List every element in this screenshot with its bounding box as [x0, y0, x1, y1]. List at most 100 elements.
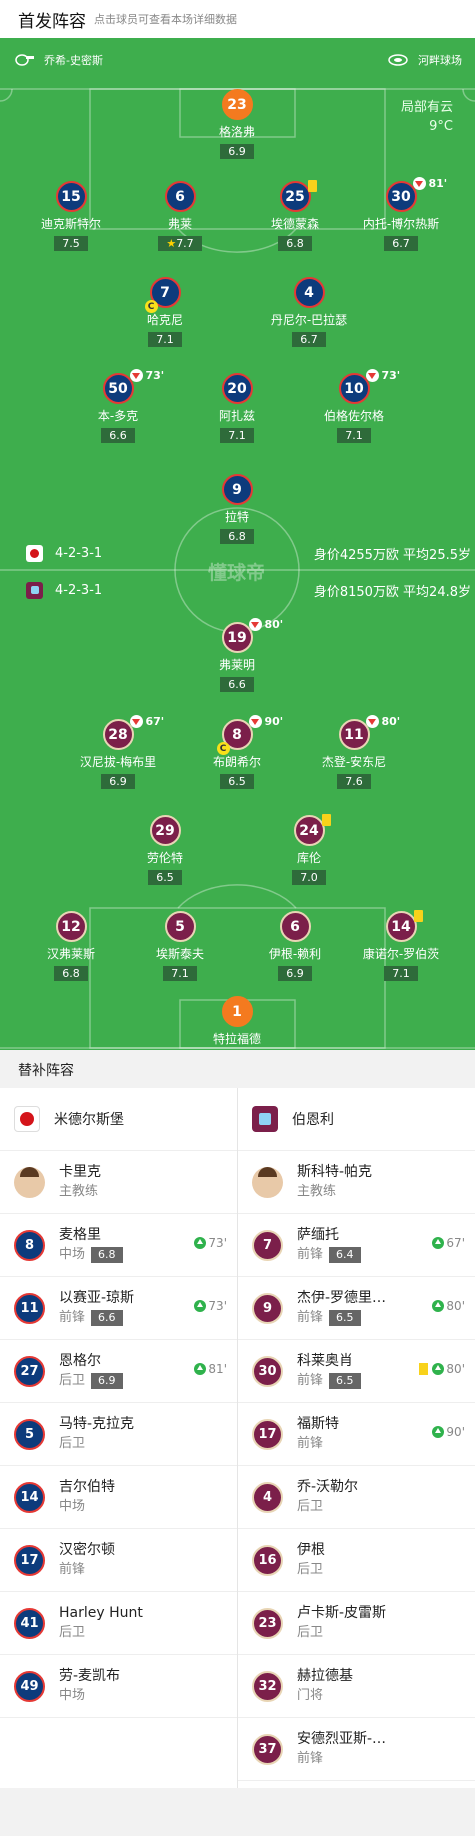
player-number: 5	[175, 918, 185, 935]
bench-player-position-row: 后卫	[297, 1560, 325, 1580]
player-marker[interactable]: 30 81' 内托-博尔热斯 6.7	[341, 177, 461, 251]
page-header: 首发阵容 点击球员可查看本场详细数据	[0, 0, 475, 38]
player-marker[interactable]: 20 阿扎兹 7.1	[177, 373, 297, 443]
player-marker[interactable]: 23 格洛弗 6.9	[177, 89, 297, 159]
player-rating: 6.7	[292, 332, 326, 347]
bench-player-row[interactable]: 41 Harley Hunt 后卫	[0, 1592, 237, 1655]
rating-value: 7.1	[228, 429, 246, 442]
away-coach-row[interactable]: 斯科特-帕克 主教练	[238, 1151, 475, 1214]
player-marker[interactable]: 8 90' C 布朗希尔 6.5	[177, 715, 297, 789]
bench-player-row[interactable]: 9 杰伊-罗德里… 前锋 6.5 80'	[238, 1277, 475, 1340]
bench-player-row[interactable]: 4 乔-沃勒尔 后卫	[238, 1466, 475, 1529]
player-marker[interactable]: 14 康诺尔-罗伯茨 7.1	[341, 910, 461, 981]
bench-player-text: 卢卡斯-皮雷斯 后卫	[297, 1603, 386, 1643]
sub-in-minute: 80'	[446, 1362, 465, 1376]
player-name: 格洛弗	[218, 125, 255, 139]
bench-player-row[interactable]: 27 恩格尔 后卫 6.9 81'	[0, 1340, 237, 1403]
player-rating-wrap: 7.6	[294, 770, 414, 789]
player-marker[interactable]: 12 汉弗莱斯 6.8	[11, 911, 131, 981]
sub-in-info: 81'	[194, 1362, 227, 1376]
player-number: 19	[227, 629, 247, 646]
bench-player-position-row: 前锋	[59, 1560, 115, 1580]
away-coach-role: 主教练	[297, 1184, 337, 1199]
bench-number-badge: 30	[252, 1355, 283, 1387]
bench-player-row[interactable]: 11 以赛亚-琼斯 前锋 6.6 73'	[0, 1277, 237, 1340]
player-number-badge: 23	[221, 89, 253, 120]
bench-title: 替补阵容	[0, 1050, 475, 1088]
sub-off-minute: 80'	[264, 618, 284, 631]
bench-player-text: 杰伊-罗德里… 前锋 6.5	[297, 1288, 386, 1328]
bench-player-row[interactable]: 49 劳-麦凯布 中场	[0, 1655, 237, 1718]
sub-off-icon	[129, 369, 143, 382]
bench-player-row[interactable]: 37 安德烈亚斯-… 前锋	[238, 1718, 475, 1781]
bench-number-badge: 37	[252, 1733, 283, 1765]
player-marker[interactable]: 19 80' 弗莱明 6.6	[177, 618, 297, 692]
player-number: 6	[175, 188, 185, 205]
player-rating-wrap: 6.8	[177, 525, 297, 544]
bench-player-row[interactable]: 30 科莱奥肖 前锋 6.5 80'	[238, 1340, 475, 1403]
player-marker[interactable]: 24 库伦 7.0	[249, 814, 369, 885]
sub-in-minute: 73'	[208, 1236, 227, 1250]
bench-player-row[interactable]: 17 汉密尔顿 前锋	[0, 1529, 237, 1592]
player-rating-wrap: 6.7	[249, 328, 369, 347]
bench-player-rating: 6.6	[91, 1310, 123, 1326]
player-name: 埃德蒙森	[270, 217, 319, 231]
sub-in-info: 73'	[194, 1299, 227, 1313]
bench-player-name: 萨缅托	[297, 1227, 339, 1243]
bench-player-text: 伊根 后卫	[297, 1540, 325, 1580]
player-marker[interactable]: 5 埃斯泰夫 7.1	[120, 911, 240, 981]
player-rating-wrap: 7.1	[105, 328, 225, 347]
sub-off-minute: 67'	[145, 715, 165, 728]
player-marker[interactable]: 9 拉特 6.8	[177, 474, 297, 544]
player-rating: 7.1	[220, 428, 254, 443]
bench-player-text: 劳-麦凯布 中场	[59, 1666, 120, 1706]
bench-player-rating: 6.5	[329, 1310, 361, 1326]
player-marker[interactable]: 6 伊根-赖利 6.9	[235, 911, 355, 981]
player-marker[interactable]: 10 73' 伯格佐尔格 7.1	[294, 369, 414, 443]
player-rating: 7.5	[54, 236, 88, 251]
bench-player-row[interactable]: 23 卢卡斯-皮雷斯 后卫	[238, 1592, 475, 1655]
player-name: 阿扎兹	[218, 409, 255, 423]
player-marker[interactable]: 6 弗莱 ★7.7	[120, 181, 240, 251]
player-marker[interactable]: 25 埃德蒙森 6.8	[235, 180, 355, 251]
player-name: 布朗希尔	[212, 755, 261, 769]
player-name: 内托-博尔热斯	[362, 217, 440, 231]
bench-player-row[interactable]: 14 吉尔伯特 中场	[0, 1466, 237, 1529]
player-marker[interactable]: 50 73' 本-多克 6.6	[58, 369, 178, 443]
bench-player-row[interactable]: 32 赫拉德基 门将	[238, 1655, 475, 1718]
player-number: 15	[61, 188, 81, 205]
player-name: 弗莱	[167, 217, 192, 231]
player-number: 1	[232, 1003, 242, 1020]
player-marker[interactable]: 11 80' 杰登-安东尼 7.6	[294, 715, 414, 789]
sub-off-icon	[248, 618, 262, 631]
rating-value: 6.7	[300, 333, 318, 346]
bench-player-position: 中场	[59, 1499, 86, 1514]
player-rating-wrap: 6.6	[58, 424, 178, 443]
bench-player-position-row: 前锋 6.6	[59, 1308, 134, 1328]
player-name: 拉特	[224, 510, 249, 524]
player-marker[interactable]: 15 迪克斯特尔 7.5	[11, 181, 131, 251]
bench-player-position: 前锋	[297, 1310, 324, 1325]
player-marker[interactable]: 7 C 哈克尼 7.1	[105, 277, 225, 347]
bench-player-row[interactable]: 8 麦格里 中场 6.8 73'	[0, 1214, 237, 1277]
bench-player-row[interactable]: 5 马特-克拉克 后卫	[0, 1403, 237, 1466]
player-marker[interactable]: 28 67' 汉尼拔-梅布里 6.9	[58, 715, 178, 789]
player-rating-wrap: 6.9	[58, 770, 178, 789]
away-team-row[interactable]: 伯恩利	[238, 1088, 475, 1151]
bench-player-row[interactable]: 17 福斯特 前锋 90'	[238, 1403, 475, 1466]
bench-player-row[interactable]: 16 伊根 后卫	[238, 1529, 475, 1592]
bench-number-badge: 4	[252, 1481, 283, 1513]
rating-value: 6.6	[228, 678, 246, 691]
player-marker[interactable]: 4 丹尼尔-巴拉瑟 6.7	[249, 277, 369, 347]
bench-player-position-row: 前锋	[297, 1749, 386, 1769]
rating-value: 6.5	[228, 775, 246, 788]
home-team-row[interactable]: 米德尔斯堡	[0, 1088, 237, 1151]
home-coach-row[interactable]: 卡里克 主教练	[0, 1151, 237, 1214]
player-name: 汉弗莱斯	[46, 947, 95, 961]
player-marker[interactable]: 29 劳伦特 6.5	[105, 815, 225, 885]
stadium-name: 河畔球场	[418, 54, 462, 67]
bench-player-row[interactable]: 7 萨缅托 前锋 6.4 67'	[238, 1214, 475, 1277]
player-marker[interactable]: 1特拉福德7.2	[177, 996, 297, 1050]
bench-number-badge: 32	[252, 1670, 283, 1702]
bench-player-name: 杰伊-罗德里…	[297, 1290, 387, 1306]
